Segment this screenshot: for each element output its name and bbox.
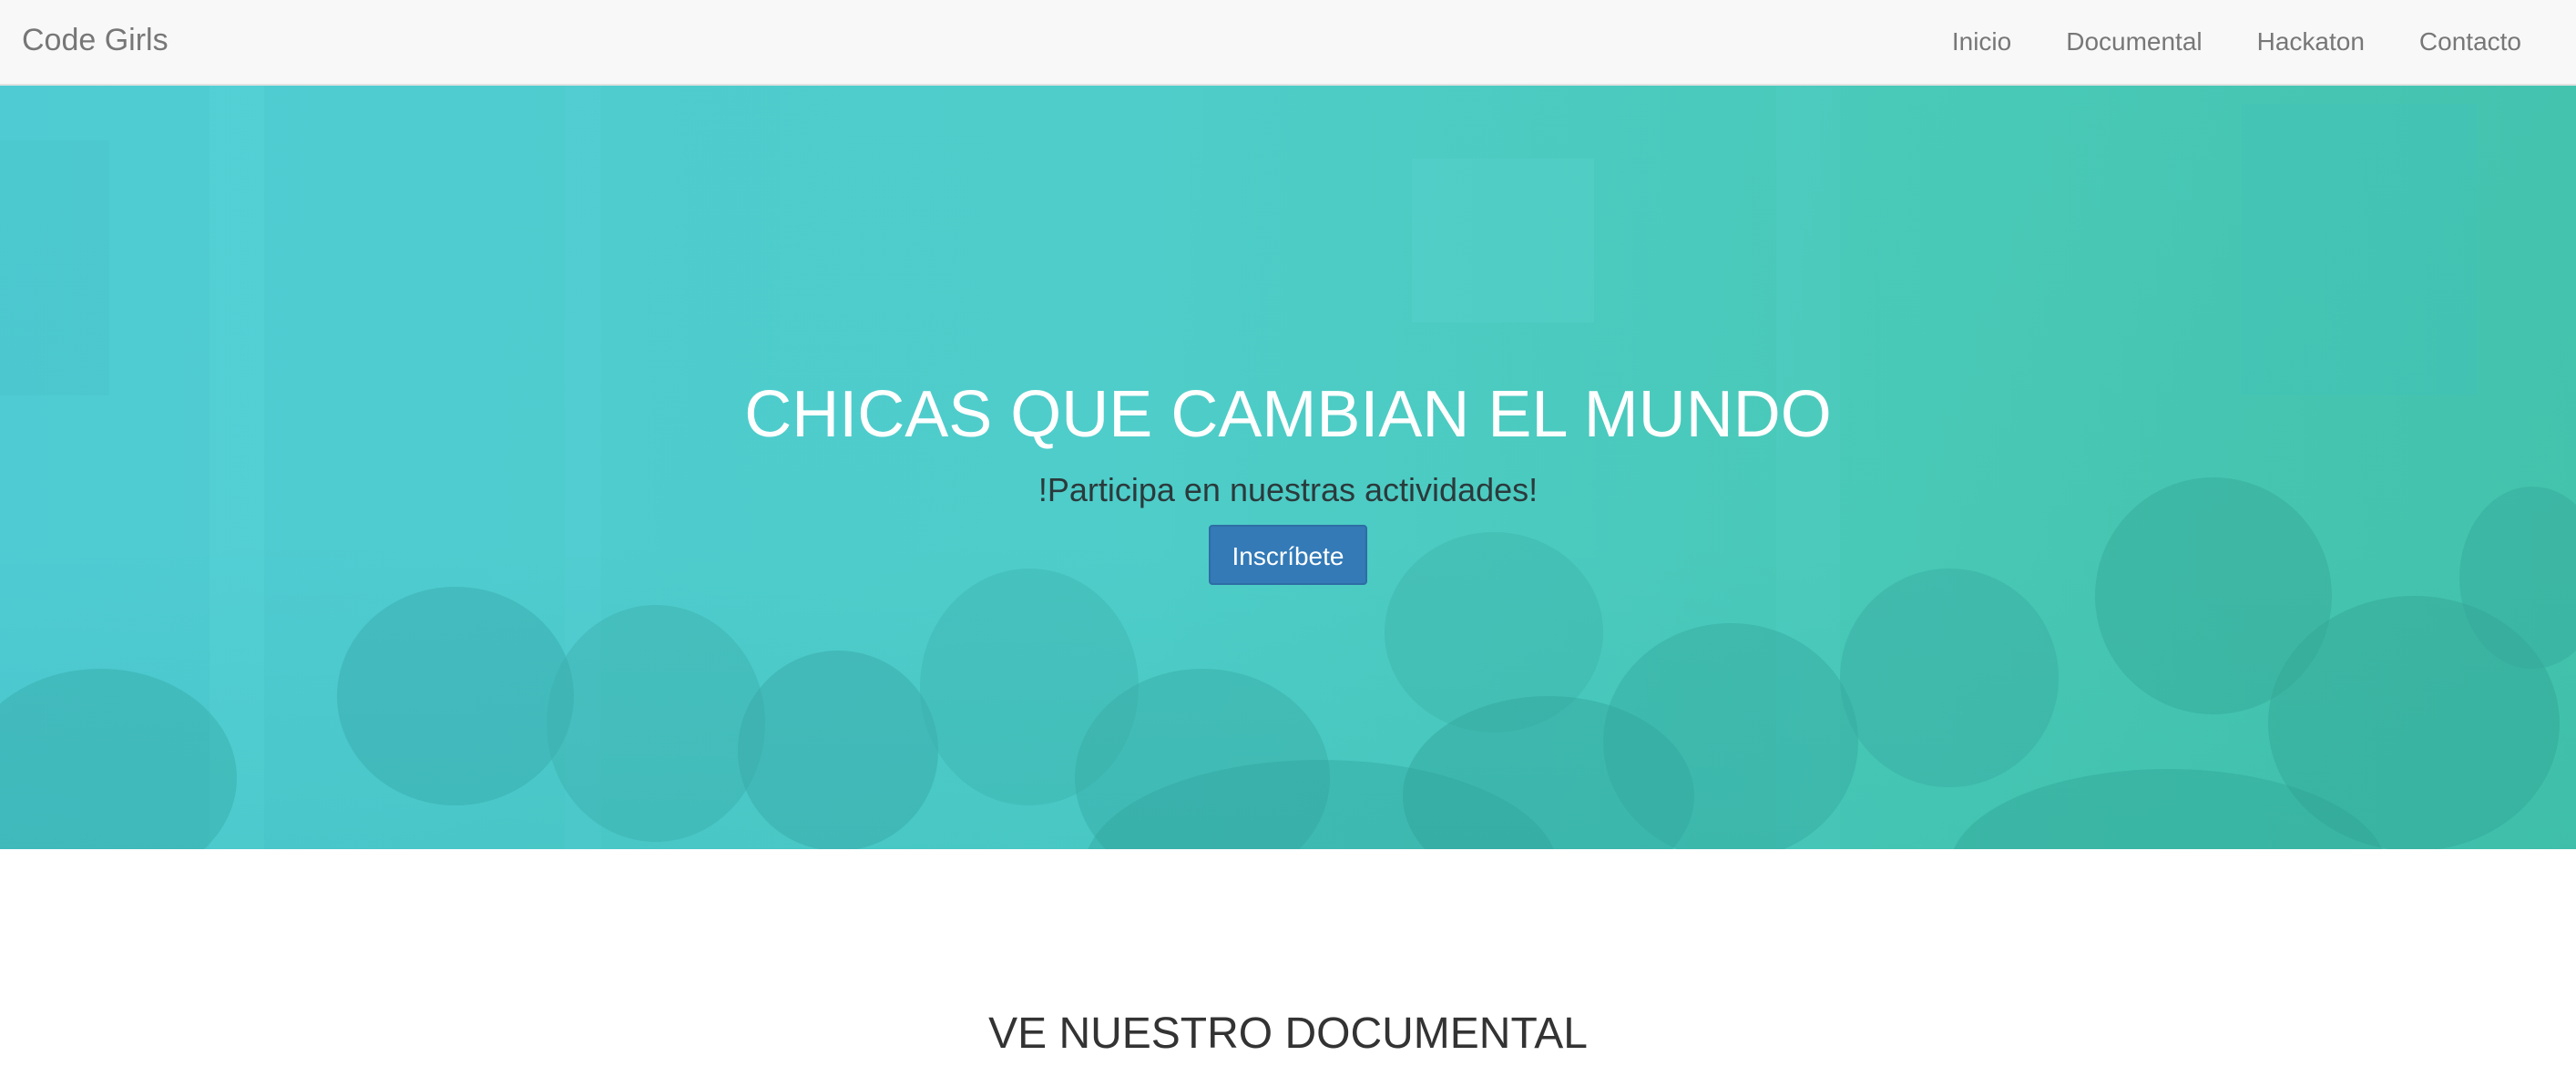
hero-content: CHICAS QUE CAMBIAN EL MUNDO !Participa e… <box>0 368 2576 585</box>
nav-links: Inicio Documental Hackaton Contacto <box>1925 0 2549 84</box>
hero-title: CHICAS QUE CAMBIAN EL MUNDO <box>744 378 1832 451</box>
nav-link-documental[interactable]: Documental <box>2039 22 2229 62</box>
navbar: Code Girls Inicio Documental Hackaton Co… <box>0 0 2576 86</box>
brand-link[interactable]: Code Girls <box>22 20 169 60</box>
nav-link-inicio[interactable]: Inicio <box>1925 22 2039 62</box>
documentary-section-title: VE NUESTRO DOCUMENTAL <box>988 1010 1588 1058</box>
nav-link-contacto[interactable]: Contacto <box>2392 22 2549 62</box>
hero-subtitle: !Participa en nuestras actividades! <box>1038 471 1538 508</box>
nav-link-hackaton[interactable]: Hackaton <box>2230 22 2392 62</box>
signup-button[interactable]: Inscríbete <box>1208 525 1368 585</box>
hero-section: CHICAS QUE CAMBIAN EL MUNDO !Participa e… <box>0 86 2576 849</box>
